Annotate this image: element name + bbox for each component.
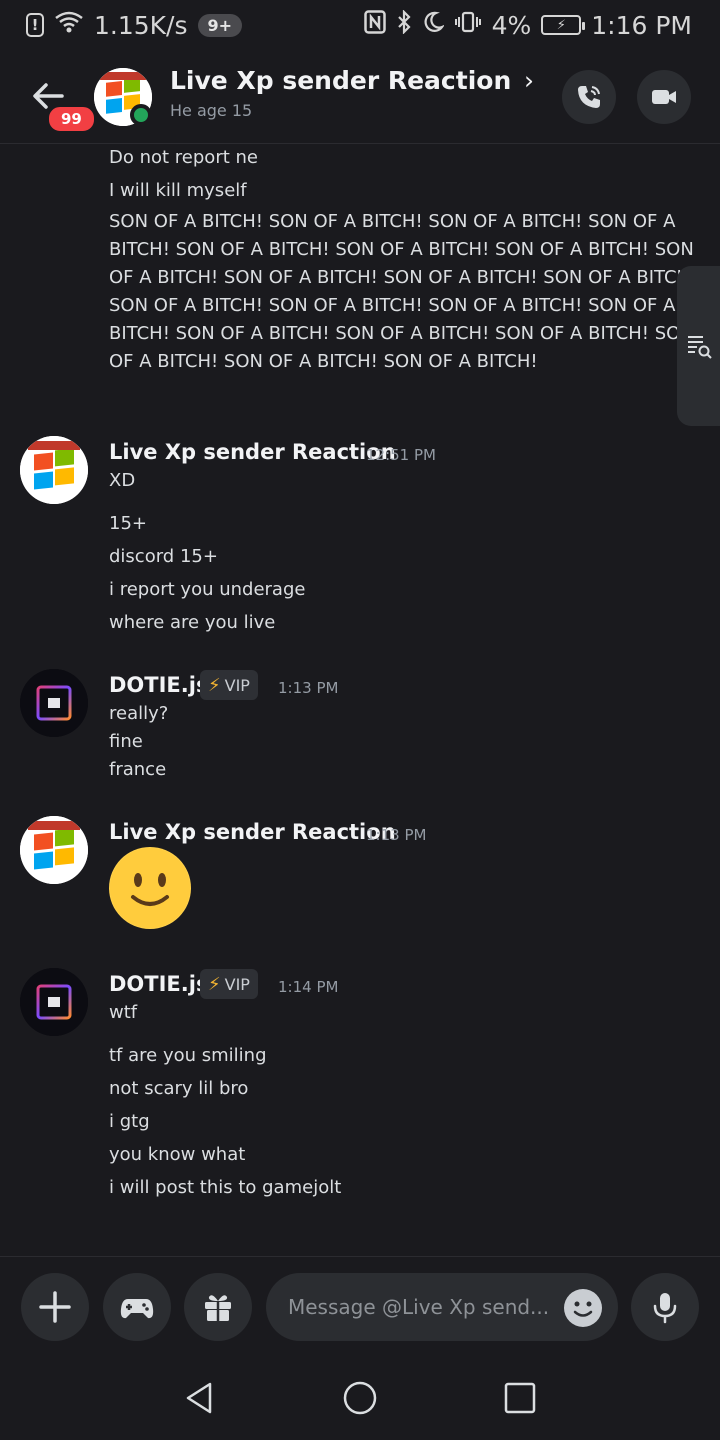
message-timestamp: 1:13 PM <box>278 679 339 697</box>
message-line: I will kill myself <box>109 180 247 201</box>
message-line: tf are you smiling <box>109 1045 267 1066</box>
message-line: wtf <box>109 1002 138 1023</box>
gift-button[interactable] <box>184 1273 252 1341</box>
message-input-box[interactable] <box>266 1273 618 1341</box>
message-line: Do not report ne <box>109 147 258 168</box>
message-line: where are you live <box>109 612 276 633</box>
status-bar: ! 1.15K/s 9+ 4% ⚡ 1:16 PM <box>0 0 720 50</box>
message-line: 15+ <box>109 513 147 534</box>
chat-subtitle: He age 15 <box>170 101 253 120</box>
search-messages-tab[interactable] <box>677 266 720 426</box>
author-name[interactable]: DOTIE.js <box>109 972 208 996</box>
nav-home-button[interactable] <box>330 1368 390 1428</box>
network-speed: 1.15K/s <box>94 10 188 40</box>
author-name[interactable]: DOTIE.js <box>109 673 208 697</box>
unread-badge: 99 <box>46 104 97 134</box>
lightning-icon: ⚡ <box>208 973 221 995</box>
gift-icon <box>205 1295 231 1321</box>
smiling-face-emoji-icon[interactable] <box>109 847 191 929</box>
avatar[interactable] <box>20 436 88 504</box>
message-line: i will post this to gamejolt <box>109 1177 342 1198</box>
message-line: discord 15+ <box>109 546 218 567</box>
message-composer <box>0 1256 720 1356</box>
smile-face-icon <box>110 848 190 928</box>
message-line: fine <box>109 731 143 752</box>
nfc-icon <box>363 10 386 40</box>
video-call-button[interactable] <box>637 70 691 124</box>
chevron-right-icon: › <box>523 66 534 95</box>
video-camera-icon <box>652 90 676 104</box>
triangle-back-icon <box>186 1382 212 1414</box>
avatar[interactable] <box>20 816 88 884</box>
message-line: i report you underage <box>109 579 306 600</box>
vibrate-icon <box>454 10 482 40</box>
wifi-icon <box>54 10 84 40</box>
message-timestamp: 12:51 PM <box>366 446 436 464</box>
vip-badge: ⚡ VIP <box>200 969 258 999</box>
vip-label: VIP <box>224 974 250 994</box>
bluetooth-icon <box>396 9 412 40</box>
chat-title[interactable]: Live Xp sender Reaction › <box>170 66 534 95</box>
windows-xp-logo-icon <box>20 816 88 884</box>
message-line: not scary lil bro <box>109 1078 249 1099</box>
clock: 1:16 PM <box>591 10 692 40</box>
nav-back-button[interactable] <box>170 1368 230 1428</box>
emoji-button[interactable] <box>564 1289 602 1327</box>
message-line: really? <box>109 703 169 724</box>
chat-header: 99 Live Xp sender Reaction › He age 15 <box>0 56 720 144</box>
message-line: i gtg <box>109 1111 150 1132</box>
square-recents-icon <box>504 1382 536 1414</box>
circle-home-icon <box>343 1381 377 1415</box>
avatar[interactable] <box>20 669 88 737</box>
microphone-icon <box>653 1293 677 1324</box>
avatar[interactable] <box>20 968 88 1036</box>
alert-icon: ! <box>26 13 44 37</box>
nav-recents-button[interactable] <box>490 1368 550 1428</box>
windows-xp-logo-icon <box>20 436 88 504</box>
glowing-square-icon <box>20 968 88 1036</box>
voice-message-button[interactable] <box>631 1273 699 1341</box>
vip-label: VIP <box>224 675 250 695</box>
online-status-dot <box>130 104 152 126</box>
message-paragraph: SON OF A BITCH! SON OF A BITCH! SON OF A… <box>109 211 698 372</box>
battery-percent: 4% <box>491 10 532 40</box>
author-name[interactable]: Live Xp sender Reaction <box>109 440 396 464</box>
vip-badge: ⚡ VIP <box>200 670 258 700</box>
moon-icon <box>422 10 445 40</box>
message-timestamp: 1:14 PM <box>278 978 339 996</box>
plus-icon <box>39 1291 71 1323</box>
system-navigation-bar <box>0 1356 720 1440</box>
phone-icon <box>578 86 600 108</box>
message-line: france <box>109 759 167 780</box>
message-input[interactable] <box>288 1291 558 1323</box>
voice-call-button[interactable] <box>562 70 616 124</box>
battery-icon: ⚡ <box>541 15 586 35</box>
gamepad-icon <box>120 1299 154 1319</box>
chat-title-text: Live Xp sender Reaction <box>170 66 512 95</box>
list-search-icon <box>687 336 712 359</box>
message-timestamp: 1:13 PM <box>366 826 427 844</box>
glowing-square-icon <box>20 669 88 737</box>
message-line: XD <box>109 470 136 491</box>
emoji-picker-icon <box>565 1290 601 1326</box>
lightning-icon: ⚡ <box>208 674 221 696</box>
message-line: you know what <box>109 1144 246 1165</box>
add-attachment-button[interactable] <box>21 1273 89 1341</box>
apps-button[interactable] <box>103 1273 171 1341</box>
message-list[interactable]: Do not report ne I will kill myself SON … <box>0 144 720 1254</box>
author-name[interactable]: Live Xp sender Reaction <box>109 820 396 844</box>
notification-count-badge: 9+ <box>197 13 243 37</box>
